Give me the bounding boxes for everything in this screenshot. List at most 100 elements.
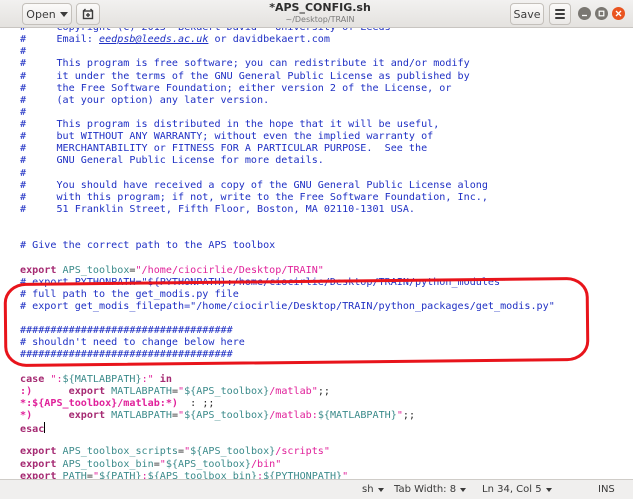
code-line[interactable]: # it under the terms of the GNU General … <box>20 71 555 83</box>
code-token: ${PYTHONPATH} <box>263 470 343 479</box>
status-bar: sh Tab Width: 8 Ln 34, Col 5 INS <box>0 479 633 499</box>
code-line[interactable] <box>20 228 555 240</box>
code-line[interactable]: # You should have received a copy of the… <box>20 180 555 192</box>
chevron-down-icon <box>545 487 552 492</box>
code-line[interactable]: export APS_toolbox_scripts="${APS_toolbo… <box>20 446 555 458</box>
code-line[interactable]: export APS_toolbox="/home/ciocirlie/Desk… <box>20 265 555 277</box>
code-line[interactable]: # GNU General Public License for more de… <box>20 155 555 167</box>
code-token: ": <box>44 373 63 385</box>
insert-mode-label: INS <box>598 484 615 495</box>
code-view[interactable]: # Copyright (C) 2013 Bekaert David - Uni… <box>20 28 555 479</box>
red-highlight-annotation <box>3 276 590 368</box>
tab-width-selector[interactable]: Tab Width: 8 <box>394 484 467 495</box>
code-token: export <box>68 385 106 397</box>
window-title: *APS_CONFIG.sh <box>269 1 371 14</box>
code-token: # the Free Software Foundation; either v… <box>20 82 452 94</box>
code-token: /matlab: <box>269 410 318 421</box>
chevron-down-icon <box>59 11 68 17</box>
code-token: export <box>20 458 57 470</box>
code-token: # <box>20 46 27 58</box>
code-token: :" <box>141 373 160 385</box>
code-token: ${APS_toolbox} <box>190 446 276 458</box>
code-token: esac <box>20 424 45 436</box>
close-icon[interactable] <box>612 7 625 20</box>
code-line[interactable]: # 51 Franklin Street, Fifth Floor, Bosto… <box>20 204 555 216</box>
code-line[interactable]: # <box>20 46 555 58</box>
code-line[interactable]: *:${APS_toolbox}/matlab:*) : ;; <box>20 398 555 410</box>
minimize-icon[interactable] <box>578 7 591 20</box>
code-token: " <box>342 470 349 479</box>
code-line[interactable]: :) export MATLABPATH="${APS_toolbox}/mat… <box>20 386 555 398</box>
text-editor-area[interactable]: # Copyright (C) 2013 Bekaert David - Uni… <box>0 28 633 479</box>
cursor-position-selector[interactable]: Ln 34, Col 5 <box>482 484 552 495</box>
code-token: # MERCHANTABILITY or FITNESS FOR A PARTI… <box>20 143 428 155</box>
code-line[interactable]: # but WITHOUT ANY WARRANTY; without even… <box>20 131 555 143</box>
code-line[interactable]: export PATH="${PATH}:${APS_toolbox_bin}:… <box>20 471 555 479</box>
code-line[interactable]: esac <box>20 422 555 436</box>
code-token: : ;; <box>178 397 215 409</box>
code-token: :) <box>20 385 33 397</box>
maximize-icon[interactable] <box>595 7 608 20</box>
code-token: ${APS_toolbox} <box>165 458 251 470</box>
code-token: PATH <box>56 470 87 479</box>
code-token: # it under the terms of the GNU General … <box>20 70 470 82</box>
tab-width-label: Tab Width: 8 <box>394 484 457 495</box>
code-token: /scripts" <box>275 446 330 458</box>
header-bar: Open *APS_CONFIG.sh ~/Desktop/TRAIN Save <box>0 0 633 28</box>
cursor-position-label: Ln 34, Col 5 <box>482 484 542 495</box>
code-token: export <box>20 446 57 458</box>
language-selector[interactable]: sh <box>362 484 384 495</box>
code-token: # but WITHOUT ANY WARRANTY; without even… <box>20 131 434 143</box>
chevron-down-icon <box>377 487 384 492</box>
code-token: ${APS_toolbox} <box>184 410 270 421</box>
code-line[interactable]: case ":${MATLABPATH}:" in <box>20 374 555 386</box>
code-token: /bin" <box>250 458 282 470</box>
code-token: /matlab" <box>269 385 318 397</box>
code-line[interactable]: # This program is free software; you can… <box>20 58 555 70</box>
hamburger-menu-icon[interactable] <box>549 3 571 25</box>
code-token: # with this program; if not, write to th… <box>20 191 488 203</box>
code-line[interactable] <box>20 216 555 228</box>
code-token: *:${APS_toolbox}/matlab:*) <box>20 397 179 409</box>
code-token: ${MATLABPATH} <box>317 410 397 421</box>
code-line[interactable]: # This program is distributed in the hop… <box>20 119 555 131</box>
window-subtitle: ~/Desktop/TRAIN <box>285 15 355 24</box>
code-line[interactable]: # the Free Software Foundation; either v… <box>20 83 555 95</box>
code-token: "/home/ciocirlie/Desktop/TRAIN" <box>135 264 324 276</box>
code-line[interactable]: # <box>20 168 555 180</box>
code-token: APS_toolbox_bin <box>56 458 154 470</box>
code-line[interactable]: export APS_toolbox_bin="${APS_toolbox}/b… <box>20 459 555 471</box>
code-line[interactable]: # Email: eedpsb@leeds.ac.uk or davidbeka… <box>20 34 555 46</box>
code-token: ;; <box>402 410 416 421</box>
code-token: ${APS_toolbox_bin} <box>147 470 258 479</box>
text-cursor <box>44 422 46 434</box>
code-token: # <box>20 106 27 118</box>
code-token: MATLABPATH <box>105 410 172 421</box>
window-title-block: *APS_CONFIG.sh ~/Desktop/TRAIN <box>220 1 420 25</box>
code-line[interactable]: # <box>20 107 555 119</box>
code-token: ${PATH} <box>99 470 142 479</box>
code-token: APS_toolbox <box>56 264 130 276</box>
insert-mode-indicator: INS <box>598 484 615 495</box>
save-button[interactable]: Save <box>510 3 544 25</box>
code-line[interactable]: # with this program; if not, write to th… <box>20 192 555 204</box>
code-line[interactable]: # (at your option) any later version. <box>20 95 555 107</box>
code-line[interactable] <box>20 252 555 264</box>
code-line[interactable]: # Give the correct path to the APS toolb… <box>20 240 555 252</box>
code-token: ${MATLABPATH} <box>62 373 142 385</box>
code-token: export <box>20 264 57 276</box>
code-token: # Email: <box>20 34 100 46</box>
code-line[interactable]: # MERCHANTABILITY or FITNESS FOR A PARTI… <box>20 143 555 155</box>
code-token: # GNU General Public License for more de… <box>20 155 324 167</box>
open-button[interactable]: Open <box>22 3 72 25</box>
code-token: in <box>159 373 172 385</box>
new-tab-button[interactable] <box>76 3 100 25</box>
code-line[interactable] <box>20 434 555 446</box>
code-token: ${APS_toolbox} <box>184 385 270 397</box>
code-token: export <box>20 470 57 479</box>
language-label: sh <box>362 484 374 495</box>
chevron-down-icon <box>460 487 467 492</box>
code-line[interactable]: *) export MATLABPATH="${APS_toolbox}/mat… <box>20 410 555 422</box>
code-token: # Copyright (C) 2013 Bekaert David - Uni… <box>20 28 391 33</box>
